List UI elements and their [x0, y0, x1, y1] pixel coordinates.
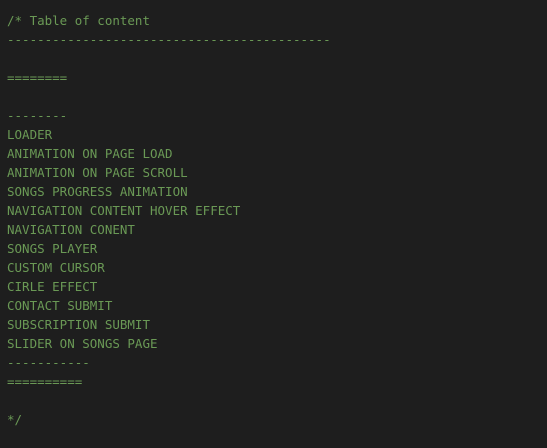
toc-item-navigation-hover-effect: NAVIGATION CONTENT HOVER EFFECT — [7, 203, 241, 218]
toc-item-animation-page-load: ANIMATION ON PAGE LOAD — [7, 146, 173, 161]
toc-item-animation-page-scroll: ANIMATION ON PAGE SCROLL — [7, 165, 188, 180]
toc-item-subscription-submit: SUBSCRIPTION SUBMIT — [7, 317, 150, 332]
toc-item-slider-songs-page: SLIDER ON SONGS PAGE — [7, 336, 158, 351]
toc-item-circle-effect: CIRLE EFFECT — [7, 279, 98, 294]
toc-item-songs-player: SONGS PLAYER — [7, 241, 98, 256]
toc-item-custom-cursor: CUSTOM CURSOR — [7, 260, 105, 275]
toc-item-navigation-content: NAVIGATION CONENT — [7, 222, 135, 237]
divider-dashes-line: ----------------------------------------… — [7, 32, 331, 47]
divider-dashes-line: -------- — [7, 108, 68, 123]
divider-equals-line: ======== — [7, 70, 68, 85]
toc-item-contact-submit: CONTACT SUBMIT — [7, 298, 113, 313]
comment-close-line: */ — [7, 412, 23, 427]
code-editor[interactable]: /* Table of content --------------------… — [0, 0, 547, 448]
toc-item-songs-progress-animation: SONGS PROGRESS ANIMATION — [7, 184, 188, 199]
toc-item-loader: LOADER — [7, 127, 53, 142]
divider-dashes-line: ----------- — [7, 355, 90, 370]
divider-equals-line: ========== — [7, 374, 83, 389]
comment-open-line: /* Table of content — [7, 13, 150, 28]
